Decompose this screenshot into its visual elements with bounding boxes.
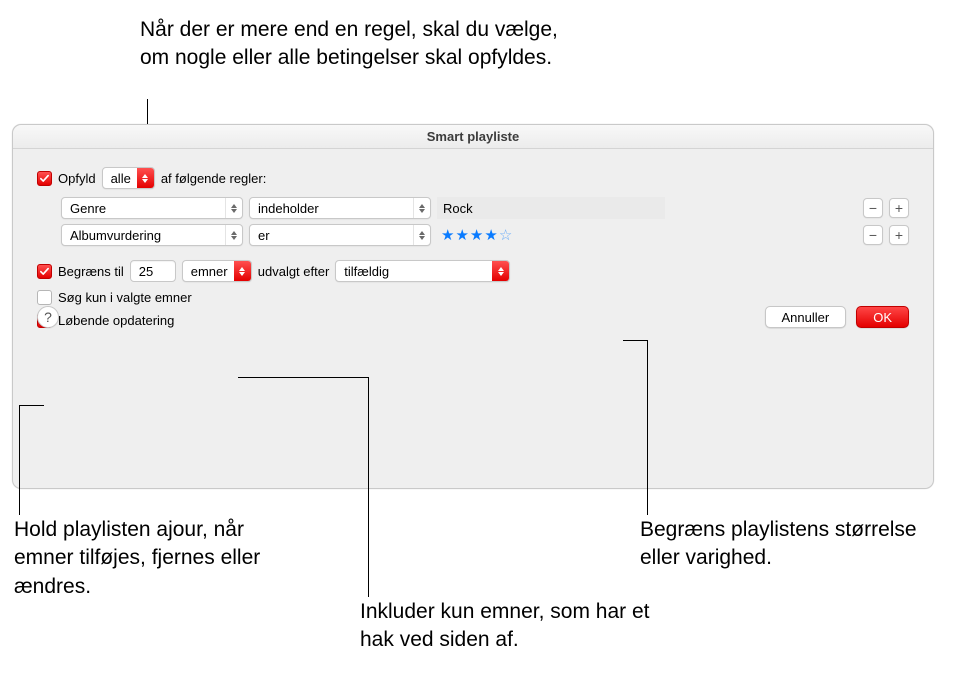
annotation-bottom-center: Inkluder kun emner, som har et hak ved s… (360, 598, 680, 655)
add-rule-button[interactable]: + (889, 225, 909, 245)
star-icon: ★ (441, 228, 454, 243)
rule-field-value: Genre (70, 201, 219, 216)
annotation-bottom-right: Begræns playlistens størrelse eller vari… (640, 516, 950, 573)
match-mode-select[interactable]: alle (102, 167, 155, 189)
match-mode-value: alle (111, 171, 131, 186)
callout-line (19, 405, 20, 515)
star-icon: ☆ (499, 228, 512, 243)
ok-button[interactable]: OK (856, 306, 909, 328)
annotation-top: Når der er mere end en regel, skal du væ… (140, 16, 580, 73)
dialog-buttons: Annuller OK (765, 306, 910, 328)
star-icon: ★ (484, 228, 497, 243)
star-icon: ★ (455, 228, 468, 243)
limit-checkbox[interactable] (37, 264, 52, 279)
limit-value-input[interactable]: 25 (130, 260, 176, 282)
rule-operator-select[interactable]: indeholder (249, 197, 431, 219)
callout-line (623, 340, 647, 341)
match-row: Opfyld alle af følgende regler: (37, 167, 909, 189)
only-checked-label: Søg kun i valgte emner (58, 290, 192, 305)
rule-field-select[interactable]: Genre (61, 197, 243, 219)
rules-block: Genre indeholder Rock − + Albumvurdering (61, 197, 909, 246)
selected-by-label: udvalgt efter (258, 264, 330, 279)
rule-field-value: Albumvurdering (70, 228, 219, 243)
rule-operator-select[interactable]: er (249, 224, 431, 246)
limit-label: Begræns til (58, 264, 124, 279)
rule-row: Albumvurdering er ★ ★ ★ ★ ☆ − + (61, 224, 909, 246)
cancel-button[interactable]: Annuller (765, 306, 847, 328)
live-update-label: Løbende opdatering (58, 313, 174, 328)
help-button[interactable]: ? (37, 306, 59, 328)
rating-input[interactable]: ★ ★ ★ ★ ☆ (437, 224, 512, 246)
callout-line (368, 377, 369, 597)
selected-by-value: tilfældig (344, 264, 486, 279)
match-suffix: af følgende regler: (161, 171, 267, 186)
star-icon: ★ (470, 228, 483, 243)
rule-op-value: indeholder (258, 201, 407, 216)
dialog-title: Smart playliste (13, 125, 933, 149)
rule-field-select[interactable]: Albumvurdering (61, 224, 243, 246)
only-checked-checkbox[interactable] (37, 290, 52, 305)
match-prefix: Opfyld (58, 171, 96, 186)
rule-value-input[interactable]: Rock (437, 197, 665, 219)
only-checked-row: Søg kun i valgte emner (37, 290, 909, 305)
add-rule-button[interactable]: + (889, 198, 909, 218)
remove-rule-button[interactable]: − (863, 198, 883, 218)
selected-by-select[interactable]: tilfældig (335, 260, 510, 282)
limit-row: Begræns til 25 emner udvalgt efter tilfæ… (37, 260, 909, 282)
limit-unit-value: emner (191, 264, 228, 279)
callout-line (647, 340, 648, 515)
rule-row: Genre indeholder Rock − + (61, 197, 909, 219)
limit-unit-select[interactable]: emner (182, 260, 252, 282)
callout-line (19, 405, 44, 406)
rule-op-value: er (258, 228, 407, 243)
remove-rule-button[interactable]: − (863, 225, 883, 245)
smart-playlist-dialog: Smart playliste Opfyld alle af følgende … (12, 124, 934, 489)
match-checkbox[interactable] (37, 171, 52, 186)
annotation-bottom-left: Hold playlisten ajour, når emner tilføje… (14, 516, 274, 601)
callout-line (238, 377, 368, 378)
